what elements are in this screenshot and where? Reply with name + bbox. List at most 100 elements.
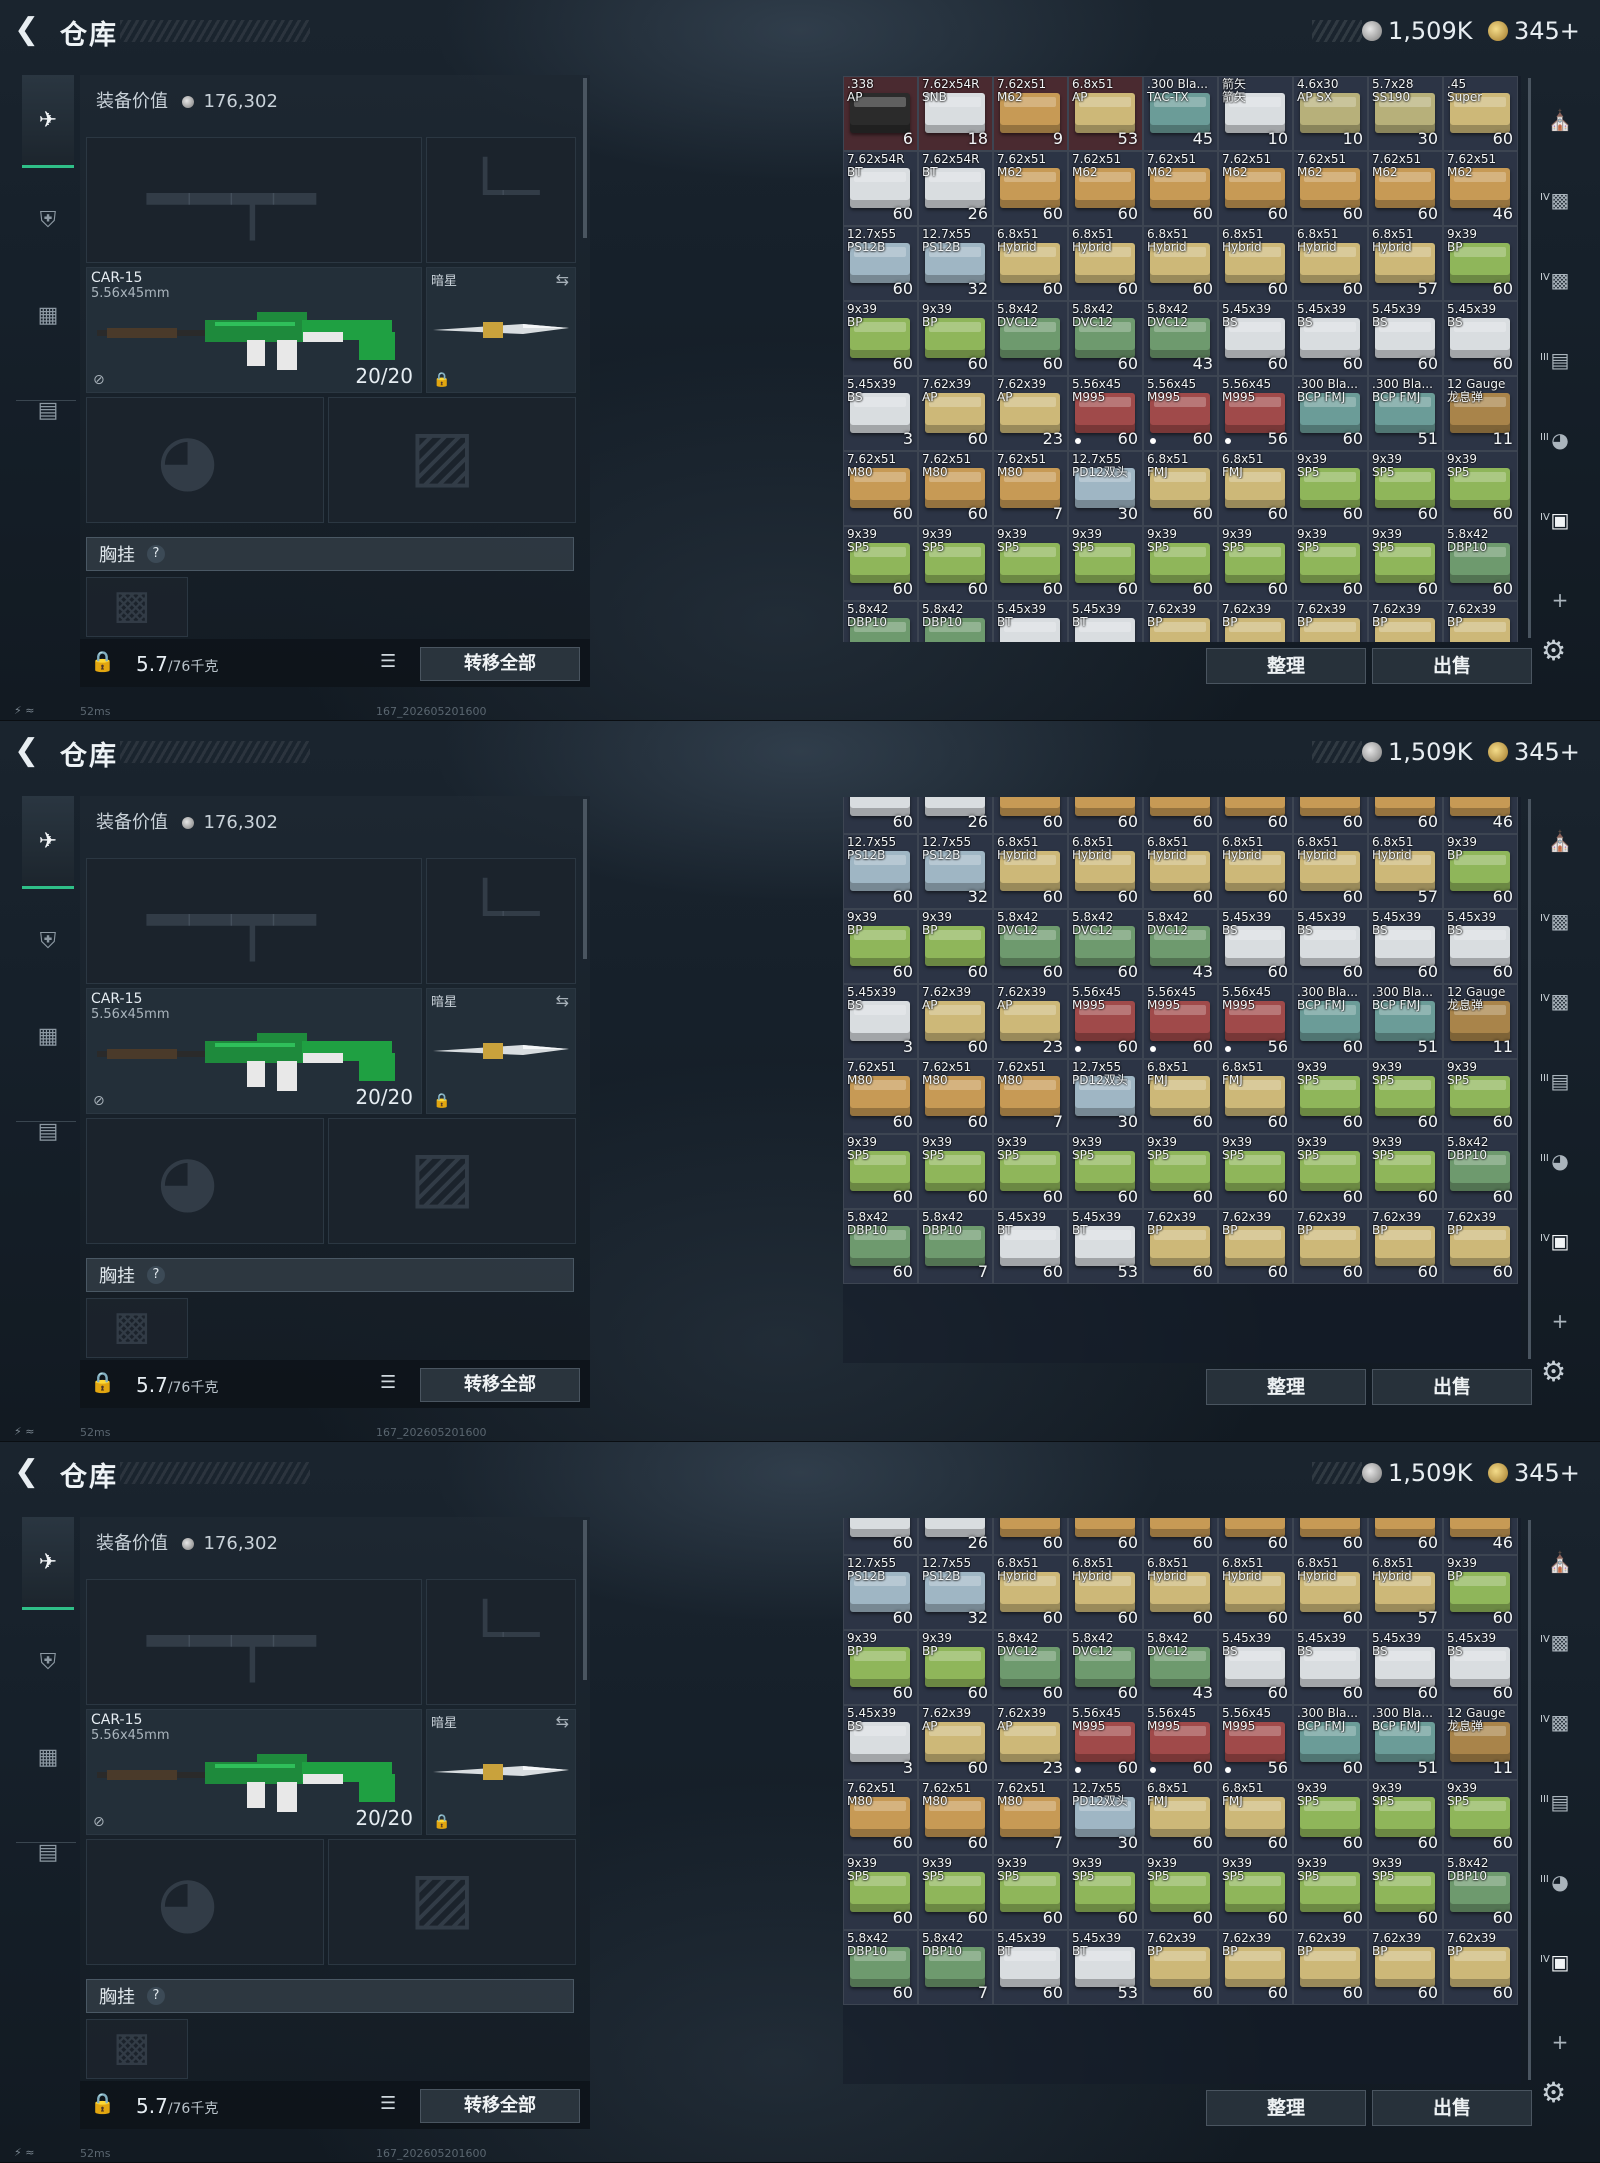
sell-button[interactable]: 出售: [1372, 1369, 1532, 1405]
lock-icon[interactable]: 🔒: [90, 1370, 115, 1396]
ammo-item[interactable]: 12.7x55 PS12B 60: [843, 834, 918, 909]
filter-helmet-iii-icon[interactable]: III ◕: [1540, 1862, 1580, 1902]
ammo-item[interactable]: 5.8x42 DBP10 60: [1443, 1134, 1518, 1209]
ammo-item[interactable]: 12 Gauge 龙息弹 11: [1443, 984, 1518, 1059]
filter-armor-iii-icon[interactable]: III ▤: [1540, 340, 1580, 380]
ammo-item[interactable]: 6.8x51 Hybrid 60: [1218, 226, 1293, 301]
list-icon[interactable]: ☰: [380, 1372, 406, 1394]
filter-armor-icon[interactable]: IV ▩: [1540, 901, 1580, 941]
ammo-item[interactable]: 5.45x39 BS 3: [843, 1705, 918, 1780]
ammo-item[interactable]: 9x39 SP5 60: [1068, 1855, 1143, 1930]
ammo-item[interactable]: 7.62x39 BP60: [1143, 601, 1218, 642]
ammo-item[interactable]: 12.7x55 PS12B 32: [918, 226, 993, 301]
ammo-item[interactable]: 7.62x51 M6260: [1293, 797, 1368, 834]
ammo-item[interactable]: 9x39 SP5 60: [1293, 1780, 1368, 1855]
ammo-item[interactable]: 7.62x39 BP60: [1293, 1209, 1368, 1284]
ammo-item[interactable]: 5.45x39 BS 3: [843, 376, 918, 451]
primary-weapon-slot-empty[interactable]: ━━┯━: [86, 1579, 422, 1705]
ammo-item[interactable]: 7.62x54R SNB 18: [918, 76, 993, 151]
ammo-item[interactable]: 6.8x51 Hybrid 60: [1143, 226, 1218, 301]
list-icon[interactable]: ☰: [380, 651, 406, 673]
ammo-item[interactable]: 9x39 BP 60: [843, 909, 918, 984]
ammo-item[interactable]: 5.45x39 BS 60: [1368, 909, 1443, 984]
nav-armor-icon[interactable]: ▦: [22, 270, 74, 360]
ammo-item[interactable]: 6.8x51 AP 53: [1068, 76, 1143, 151]
ammo-item[interactable]: 9x39 SP5 60: [918, 1855, 993, 1930]
filter-armor-iii-icon[interactable]: III ▤: [1540, 1061, 1580, 1101]
ammo-item[interactable]: 5.45x39 BS 60: [1368, 301, 1443, 376]
ammo-item[interactable]: 7.62x51 M6246: [1443, 1518, 1518, 1555]
ammo-item[interactable]: 5.45x39 BS 60: [1218, 909, 1293, 984]
ammo-item[interactable]: 7.62x51 M80 60: [843, 1780, 918, 1855]
melee-slot[interactable]: 暗星 ⇆ 🔒: [426, 1709, 576, 1835]
ammo-item[interactable]: 6.8x51 Hybrid 60: [1143, 1555, 1218, 1630]
sort-button[interactable]: 整理: [1206, 2090, 1366, 2126]
secondary-weapon-slot[interactable]: CAR-15 5.56x45mm ⊘ 20/20: [86, 988, 422, 1114]
ammo-item[interactable]: 6.8x51 FMJ 60: [1218, 1780, 1293, 1855]
ammo-item[interactable]: 5.56x45 M995 60: [1068, 984, 1143, 1059]
ammo-item[interactable]: 7.62x51 M6260: [1368, 151, 1443, 226]
ammo-item[interactable]: 5.56x45 M995 60: [1068, 376, 1143, 451]
ammo-item[interactable]: 5.8x42 DVC12 60: [1068, 301, 1143, 376]
ammo-item[interactable]: 5.8x42 DBP10 60: [843, 1209, 918, 1284]
ammo-item[interactable]: 7.62x54R BT60: [843, 1518, 918, 1555]
ammo-item[interactable]: 5.45x39 BS 60: [1368, 1630, 1443, 1705]
nav-bag-icon[interactable]: ▤: [22, 365, 74, 455]
ammo-item[interactable]: .45 Super 60: [1443, 76, 1518, 151]
ammo-item[interactable]: 9x39 SP5 60: [1143, 1134, 1218, 1209]
transfer-all-button[interactable]: 转移全部: [420, 647, 580, 681]
primary-weapon-slot-empty[interactable]: ━━┯━: [86, 137, 422, 263]
ammo-item[interactable]: 6.8x51 Hybrid 57: [1368, 226, 1443, 301]
helmet-slot-empty[interactable]: ◕: [86, 397, 324, 523]
ammo-item[interactable]: 箭矢 箭矢 10: [1218, 76, 1293, 151]
ammo-item[interactable]: .300 Bla... TAC-TX 45: [1143, 76, 1218, 151]
ammo-item[interactable]: 9x39 SP5 60: [1368, 526, 1443, 601]
filter-helmet-iii-icon[interactable]: III ◕: [1540, 420, 1580, 460]
ammo-item[interactable]: 5.8x42 DBP10 60: [1443, 1855, 1518, 1930]
loadout-scrollbar[interactable]: [583, 1520, 587, 1680]
filter-ammo-icon[interactable]: IV ▣: [1540, 500, 1580, 540]
ammo-item[interactable]: 7.62x51 M6260: [1143, 1518, 1218, 1555]
ammo-item[interactable]: 7.62x51 M80 7: [993, 1780, 1068, 1855]
ammo-item[interactable]: 9x39 BP 60: [843, 301, 918, 376]
filter-armor-iv-icon[interactable]: IV ▩: [1540, 1702, 1580, 1742]
ammo-item[interactable]: 7.62x51 M80 7: [993, 1059, 1068, 1134]
ammo-item[interactable]: 5.56x45 M995 60: [1143, 376, 1218, 451]
ammo-item[interactable]: 5.45x39 BS 60: [1293, 301, 1368, 376]
ammo-item[interactable]: 5.45x39 BT 60: [993, 1930, 1068, 2005]
add-icon[interactable]: +: [1540, 1301, 1580, 1341]
helmet-slot-empty[interactable]: ◕: [86, 1839, 324, 1965]
ammo-item[interactable]: 7.62x51 M6260: [1218, 797, 1293, 834]
ammo-item[interactable]: 6.8x51 FMJ 60: [1218, 1059, 1293, 1134]
ammo-item[interactable]: 7.62x39 AP 23: [993, 376, 1068, 451]
filter-armor-icon[interactable]: IV ▩: [1540, 1622, 1580, 1662]
pistol-slot-empty[interactable]: └─: [426, 1579, 576, 1705]
ammo-item[interactable]: 7.62x39 BP60: [1218, 1209, 1293, 1284]
ammo-item[interactable]: 9x39 SP5 60: [1368, 1059, 1443, 1134]
ammo-item[interactable]: 12 Gauge 龙息弹 11: [1443, 376, 1518, 451]
ammo-item[interactable]: 7.62x51 M80 60: [843, 1059, 918, 1134]
secondary-weapon-slot[interactable]: CAR-15 5.56x45mm ⊘ 20/20: [86, 267, 422, 393]
ammo-item[interactable]: 9x39 SP5 60: [1293, 451, 1368, 526]
ammo-item[interactable]: 6.8x51 Hybrid 60: [1293, 1555, 1368, 1630]
ammo-item[interactable]: 5.8x42 DVC12 60: [1068, 1630, 1143, 1705]
add-icon[interactable]: +: [1540, 580, 1580, 620]
ammo-item[interactable]: .338 AP 6: [843, 76, 918, 151]
ammo-item[interactable]: 5.8x42 DVC12 60: [993, 301, 1068, 376]
ammo-item[interactable]: 9x39 SP5 60: [1143, 1855, 1218, 1930]
melee-slot[interactable]: 暗星 ⇆ 🔒: [426, 988, 576, 1114]
ammo-item[interactable]: 5.8x42 DBP10 60: [1443, 526, 1518, 601]
ammo-item[interactable]: 5.45x39 BT 53: [1068, 1930, 1143, 2005]
ammo-item[interactable]: 6.8x51 FMJ 60: [1143, 1780, 1218, 1855]
helmet-slot-empty[interactable]: ◕: [86, 1118, 324, 1244]
ammo-item[interactable]: 5.7x28 SS190 30: [1368, 76, 1443, 151]
filter-armor-iv-icon[interactable]: IV ▩: [1540, 260, 1580, 300]
ammo-item[interactable]: 7.62x51 M6246: [1443, 151, 1518, 226]
ammo-item[interactable]: 7.62x39 BP60: [1368, 1930, 1443, 2005]
ammo-item[interactable]: 7.62x39 BP60: [1368, 601, 1443, 642]
ammo-item[interactable]: 6.8x51 Hybrid 60: [1218, 834, 1293, 909]
sort-button[interactable]: 整理: [1206, 1369, 1366, 1405]
ammo-item[interactable]: 9x39 SP5 60: [1368, 451, 1443, 526]
ammo-item[interactable]: 12.7x55 PS12B 32: [918, 1555, 993, 1630]
ammo-item[interactable]: 5.8x42 DVC12 60: [993, 909, 1068, 984]
